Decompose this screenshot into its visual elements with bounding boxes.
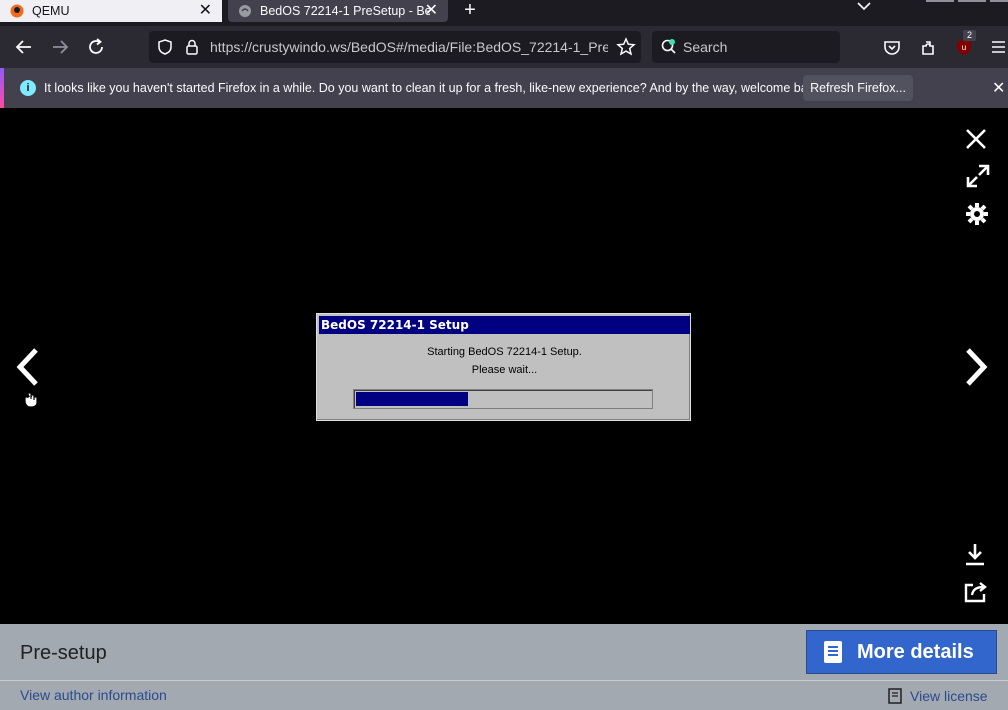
dialog-wait-message: Please wait... [471, 364, 538, 376]
search-input[interactable]: Search [683, 39, 727, 55]
lock-icon[interactable] [184, 38, 200, 61]
hand-cursor-icon [22, 386, 40, 413]
tab-title: QEMU [32, 4, 70, 18]
setup-dialog: BedOS 72214-1 Setup Starting BedOS 72214… [316, 313, 691, 421]
dialog-title: BedOS 72214-1 Setup [319, 316, 690, 334]
divider [0, 680, 1008, 681]
expand-icon[interactable] [965, 163, 991, 194]
gear-icon[interactable] [964, 201, 990, 232]
extensions-icon[interactable] [915, 34, 941, 60]
shield-icon[interactable] [156, 38, 174, 61]
back-button[interactable] [11, 34, 37, 60]
more-details-button[interactable]: More details [806, 630, 997, 674]
tab-title: BedOS 72214-1 PreSetup - BedO [260, 4, 430, 18]
search-icon [660, 38, 678, 61]
tab-bedos[interactable]: BedOS 72214-1 PreSetup - BedO ✕ [228, 0, 448, 22]
license-label: View license [910, 688, 988, 704]
refresh-firefox-button[interactable]: Refresh Firefox... [803, 75, 913, 101]
forward-button[interactable] [47, 34, 73, 60]
new-tab-button[interactable]: + [460, 0, 480, 22]
notification-bar: i It looks like you haven't started Fire… [0, 68, 1008, 108]
url-bar[interactable]: https://crustywindo.ws/BedOS#/media/File… [149, 31, 641, 63]
notification-accent [0, 68, 4, 108]
tab-strip: QEMU ✕ BedOS 72214-1 PreSetup - BedO ✕ + [0, 0, 1008, 26]
license-link[interactable]: View license [888, 688, 988, 704]
pocket-icon[interactable] [879, 34, 905, 60]
close-icon[interactable]: ✕ [992, 78, 1005, 98]
window-control[interactable] [958, 0, 986, 2]
dialog-message: Starting BedOS 72214-1 Setup. [427, 346, 582, 358]
media-footer: Pre-setup More details View author infor… [0, 624, 1008, 710]
extension-badge: 2 [963, 30, 976, 41]
author-link[interactable]: View author information [20, 687, 167, 703]
tab-close-icon[interactable]: ✕ [425, 2, 438, 20]
progress-bar [353, 389, 653, 409]
reload-button[interactable] [83, 34, 109, 60]
document-icon [823, 640, 843, 664]
download-icon[interactable] [963, 542, 987, 573]
notification-message: It looks like you haven't started Firefo… [44, 81, 824, 95]
menu-icon[interactable] [988, 34, 1008, 60]
page-favicon-icon [238, 4, 252, 18]
qemu-favicon-icon [10, 4, 24, 18]
window-control[interactable] [990, 0, 1008, 2]
progress-bar-fill [356, 392, 468, 406]
tab-qemu[interactable]: QEMU ✕ [0, 0, 222, 22]
tab-close-icon[interactable]: ✕ [199, 2, 212, 20]
close-icon[interactable] [963, 126, 989, 157]
more-details-label: More details [857, 640, 974, 663]
info-icon: i [20, 80, 36, 96]
url-text: https://crustywindo.ws/BedOS#/media/File… [210, 39, 608, 55]
share-icon[interactable] [963, 580, 989, 609]
search-bar[interactable]: Search [652, 31, 840, 63]
window-control[interactable] [926, 0, 954, 2]
tab-list-chevron-icon[interactable] [854, 0, 874, 22]
media-title: Pre-setup [20, 642, 107, 664]
bookmark-star-icon[interactable] [616, 37, 636, 62]
media-viewer: BedOS 72214-1 Setup Starting BedOS 72214… [0, 108, 1008, 624]
svg-text:u: u [962, 43, 966, 52]
license-icon [888, 688, 902, 704]
navigation-bar: https://crustywindo.ws/BedOS#/media/File… [0, 26, 1008, 68]
chevron-right-icon[interactable] [962, 346, 992, 393]
